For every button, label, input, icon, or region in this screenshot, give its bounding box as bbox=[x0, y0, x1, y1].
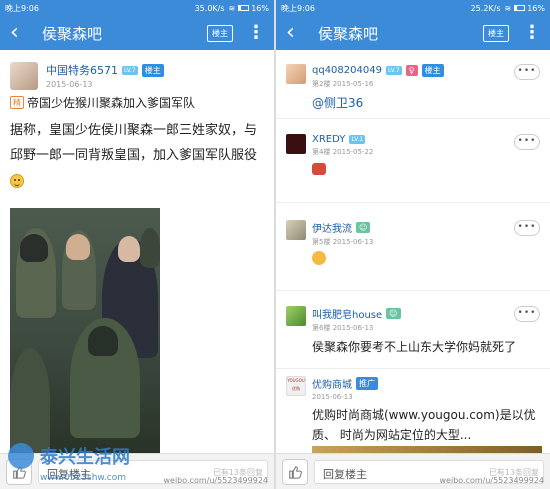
post-date: 2015-06-13 bbox=[46, 80, 93, 89]
divider bbox=[276, 368, 550, 369]
reply-date: 2015-06-13 bbox=[332, 324, 374, 332]
reply-date: 2015-06-13 bbox=[312, 393, 353, 401]
reply-floor: 第4楼 bbox=[312, 148, 331, 156]
reply-floor: 第5楼 bbox=[312, 238, 331, 246]
battery-icon bbox=[514, 5, 526, 11]
post-author[interactable]: 中国特务6571 bbox=[46, 62, 118, 78]
ad-logo-text: YOUGOU 优购 bbox=[287, 378, 305, 391]
reply-author[interactable]: qq408204049 bbox=[312, 65, 382, 76]
emoji-icon bbox=[312, 251, 326, 265]
reply-more-button[interactable]: ••• bbox=[514, 64, 540, 80]
nav-bar: ‹ 侯聚森吧 楼主 ⋮ bbox=[0, 16, 274, 50]
list-item: XREDY LV.1 第4楼 2015-05-22 ••• bbox=[276, 134, 550, 181]
list-item: 叫我肥皂house ☺ 第6楼 2015-06-13 ••• 侯聚森你要考不上山… bbox=[276, 306, 550, 357]
member-icon: ☺ bbox=[356, 222, 371, 233]
post-title: 帝国少佐猴川聚森加入爹国军队 bbox=[27, 96, 196, 110]
watermark-url: www.0523shw.com bbox=[40, 473, 127, 483]
divider bbox=[276, 290, 550, 291]
promo-badge: 推广 bbox=[356, 377, 378, 390]
reply-date: 2015-05-16 bbox=[332, 80, 374, 88]
reply-text: 侯聚森你要考不上山东大学你妈就死了 bbox=[312, 340, 517, 354]
list-item: 伊达我流 ☺ 第5楼 2015-06-13 ••• bbox=[276, 220, 550, 271]
post-body-text: 据称，皇国少佐侯川聚森一郎三姓家奴，与邱野一郎一同背叛皇国，加入爹国军队服役 bbox=[10, 123, 258, 163]
post-header: 中国特务6571 LV.7 楼主 2015-06-13 bbox=[0, 50, 274, 90]
featured-badge: 精 bbox=[10, 96, 24, 109]
more-menu-icon[interactable]: ⋮ bbox=[523, 24, 541, 42]
level-badge: LV.7 bbox=[122, 65, 138, 75]
level-badge: LV.7 bbox=[385, 66, 402, 75]
watermark-weibo: weibo.com/u/5523499924 bbox=[163, 476, 268, 485]
reply-author[interactable]: 伊达我流 bbox=[312, 220, 352, 235]
level-badge: LV.1 bbox=[349, 135, 366, 144]
list-item: qq408204049 LV.7 ♀ 楼主 第2楼 2015-05-16 •••… bbox=[276, 64, 550, 113]
status-time: 晚上9:06 bbox=[281, 3, 315, 13]
ad-item[interactable]: YOUGOU 优购 优购商城 推广 2015-06-13 优购时尚商城(www.… bbox=[276, 376, 550, 453]
forum-title: 侯聚森吧 bbox=[42, 24, 103, 43]
like-button[interactable] bbox=[282, 458, 308, 485]
battery-percent: 16% bbox=[251, 3, 269, 13]
back-arrow-icon[interactable]: ‹ bbox=[10, 22, 32, 44]
reply-emote bbox=[276, 247, 550, 271]
status-network-speed: 35.0K/s bbox=[194, 3, 225, 13]
watermark-site: 泰兴生活网 bbox=[40, 447, 130, 468]
reply-more-button[interactable]: ••• bbox=[514, 306, 540, 322]
reply-text: 优购时尚商城(www.yougou.com)是以优质、 时尚为网站定位的大型..… bbox=[312, 408, 536, 442]
reply-text: @侧卫36 bbox=[312, 96, 364, 110]
reply-floor: 第6楼 bbox=[312, 324, 331, 332]
reply-date: 2015-06-13 bbox=[332, 238, 374, 246]
post-title-row: 精 帝国少佐猴川聚森加入爹国军队 bbox=[0, 90, 274, 111]
nav-bar: ‹ 侯聚森吧 楼主 ⋮ bbox=[276, 16, 550, 50]
status-time: 晚上9:06 bbox=[5, 3, 39, 13]
watermark-logo-icon bbox=[8, 443, 34, 469]
reply-author[interactable]: XREDY bbox=[312, 134, 345, 145]
reply-list: qq408204049 LV.7 ♀ 楼主 第2楼 2015-05-16 •••… bbox=[276, 50, 550, 453]
more-menu-icon[interactable]: ⋮ bbox=[247, 24, 265, 42]
battery-percent: 16% bbox=[527, 3, 545, 13]
gender-female-icon: ♀ bbox=[405, 65, 418, 76]
forum-title: 侯聚森吧 bbox=[318, 24, 379, 43]
avatar[interactable] bbox=[286, 220, 306, 240]
smiley-emoji-icon bbox=[10, 173, 24, 188]
avatar[interactable] bbox=[286, 306, 306, 326]
avatar[interactable]: YOUGOU 优购 bbox=[286, 376, 306, 396]
reply-placeholder: 回复楼主 bbox=[323, 467, 367, 481]
reply-emote bbox=[276, 157, 550, 181]
right-screen: 晚上9:06 25.2K/s ≋ 16% ‹ 侯聚森吧 楼主 ⋮ qq40820… bbox=[276, 0, 550, 489]
post-photo[interactable] bbox=[10, 208, 160, 453]
reply-author[interactable]: 优购商城 bbox=[312, 376, 352, 391]
avatar[interactable] bbox=[10, 62, 38, 90]
reply-more-button[interactable]: ••• bbox=[514, 134, 540, 150]
reply-author[interactable]: 叫我肥皂house bbox=[312, 306, 382, 321]
battery-icon bbox=[238, 5, 250, 11]
divider bbox=[276, 118, 550, 119]
reply-more-button[interactable]: ••• bbox=[514, 220, 540, 236]
status-network-speed: 25.2K/s bbox=[470, 3, 501, 13]
wifi-icon: ≋ bbox=[504, 3, 512, 13]
owner-badge: 楼主 bbox=[421, 64, 444, 77]
reply-date: 2015-05-22 bbox=[332, 148, 374, 156]
only-owner-button[interactable]: 楼主 bbox=[483, 24, 509, 42]
thread-content: 中国特务6571 LV.7 楼主 2015-06-13 精 帝国少佐猴川聚森加入… bbox=[0, 50, 274, 453]
wifi-icon: ≋ bbox=[228, 3, 236, 13]
sticker-icon bbox=[312, 163, 326, 175]
avatar[interactable] bbox=[286, 134, 306, 154]
status-bar: 晚上9:06 25.2K/s ≋ 16% bbox=[276, 0, 550, 16]
post-body: 据称，皇国少佐侯川聚森一郎三姓家奴，与邱野一郎一同背叛皇国，加入爹国军队服役 bbox=[0, 111, 274, 193]
only-owner-button[interactable]: 楼主 bbox=[207, 24, 233, 42]
watermark-weibo: weibo.com/u/5523499924 bbox=[439, 476, 544, 485]
owner-badge: 楼主 bbox=[141, 63, 164, 77]
divider bbox=[276, 202, 550, 203]
status-bar: 晚上9:06 35.0K/s ≋ 16% bbox=[0, 0, 274, 16]
reply-floor: 第2楼 bbox=[312, 80, 331, 88]
ad-image[interactable] bbox=[312, 446, 542, 453]
back-arrow-icon[interactable]: ‹ bbox=[286, 22, 308, 44]
thumbs-up-icon bbox=[289, 465, 302, 479]
avatar[interactable] bbox=[286, 64, 306, 84]
member-icon: ☺ bbox=[386, 308, 401, 319]
left-screen: 晚上9:06 35.0K/s ≋ 16% ‹ 侯聚森吧 楼主 ⋮ 中国特务657… bbox=[0, 0, 274, 489]
